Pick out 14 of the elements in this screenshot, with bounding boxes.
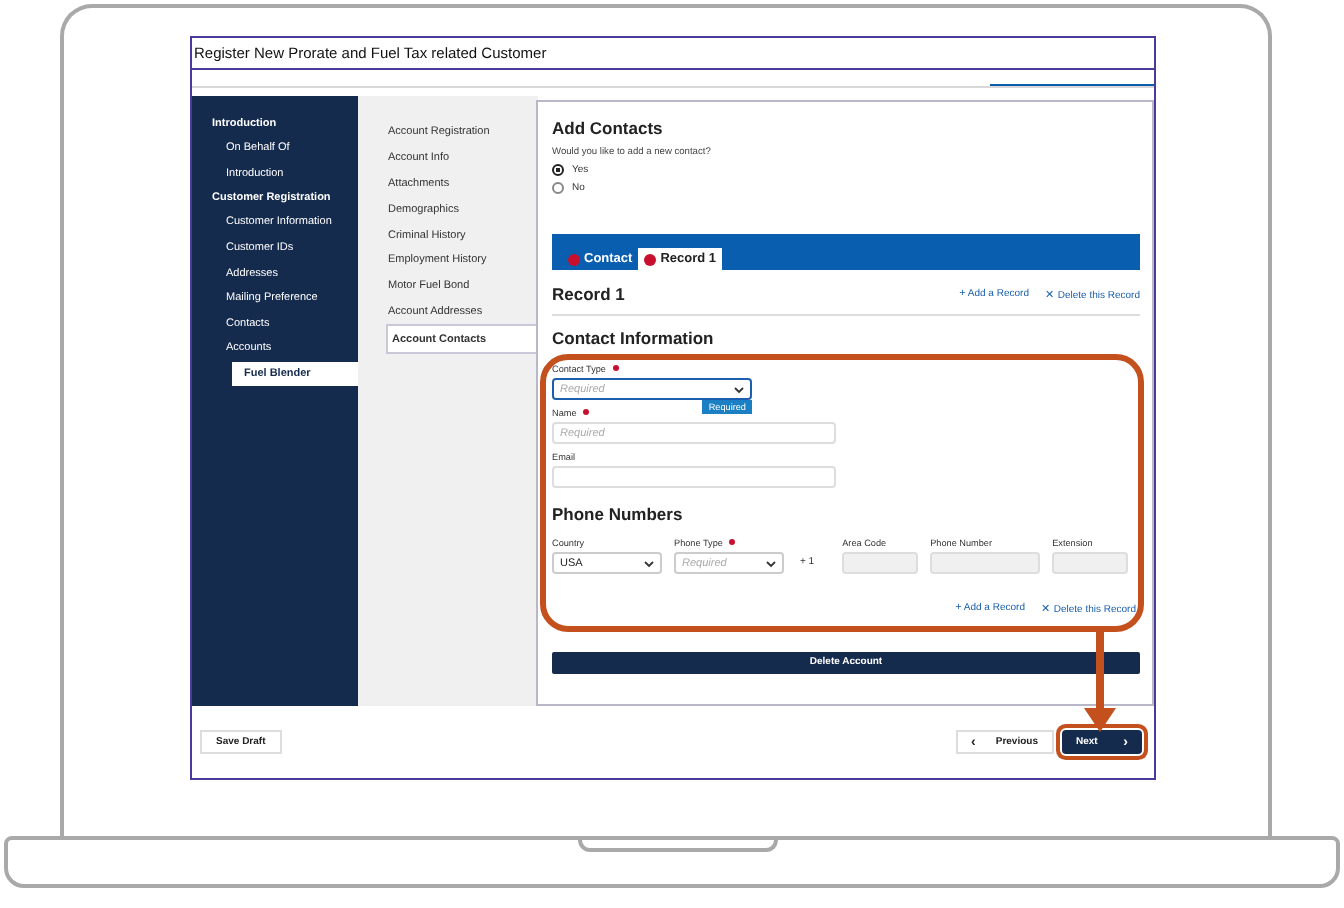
- required-icon: [728, 538, 737, 546]
- required-icon: [582, 408, 591, 416]
- section-heading: Add Contacts: [552, 118, 665, 138]
- input-field[interactable]: [552, 466, 836, 488]
- radio-button[interactable]: [552, 164, 564, 176]
- required-icon: [611, 364, 620, 372]
- chevron-down-icon: [644, 559, 654, 567]
- section-heading: Phone Numbers: [552, 504, 685, 524]
- chevron-down-icon: [734, 385, 744, 393]
- chevron-down-icon: [766, 559, 776, 567]
- record-title: Record 1: [552, 284, 625, 304]
- section-heading: Contact Information: [552, 328, 716, 348]
- arrow-drawing: [1084, 628, 1116, 732]
- radio-button[interactable]: [552, 182, 564, 194]
